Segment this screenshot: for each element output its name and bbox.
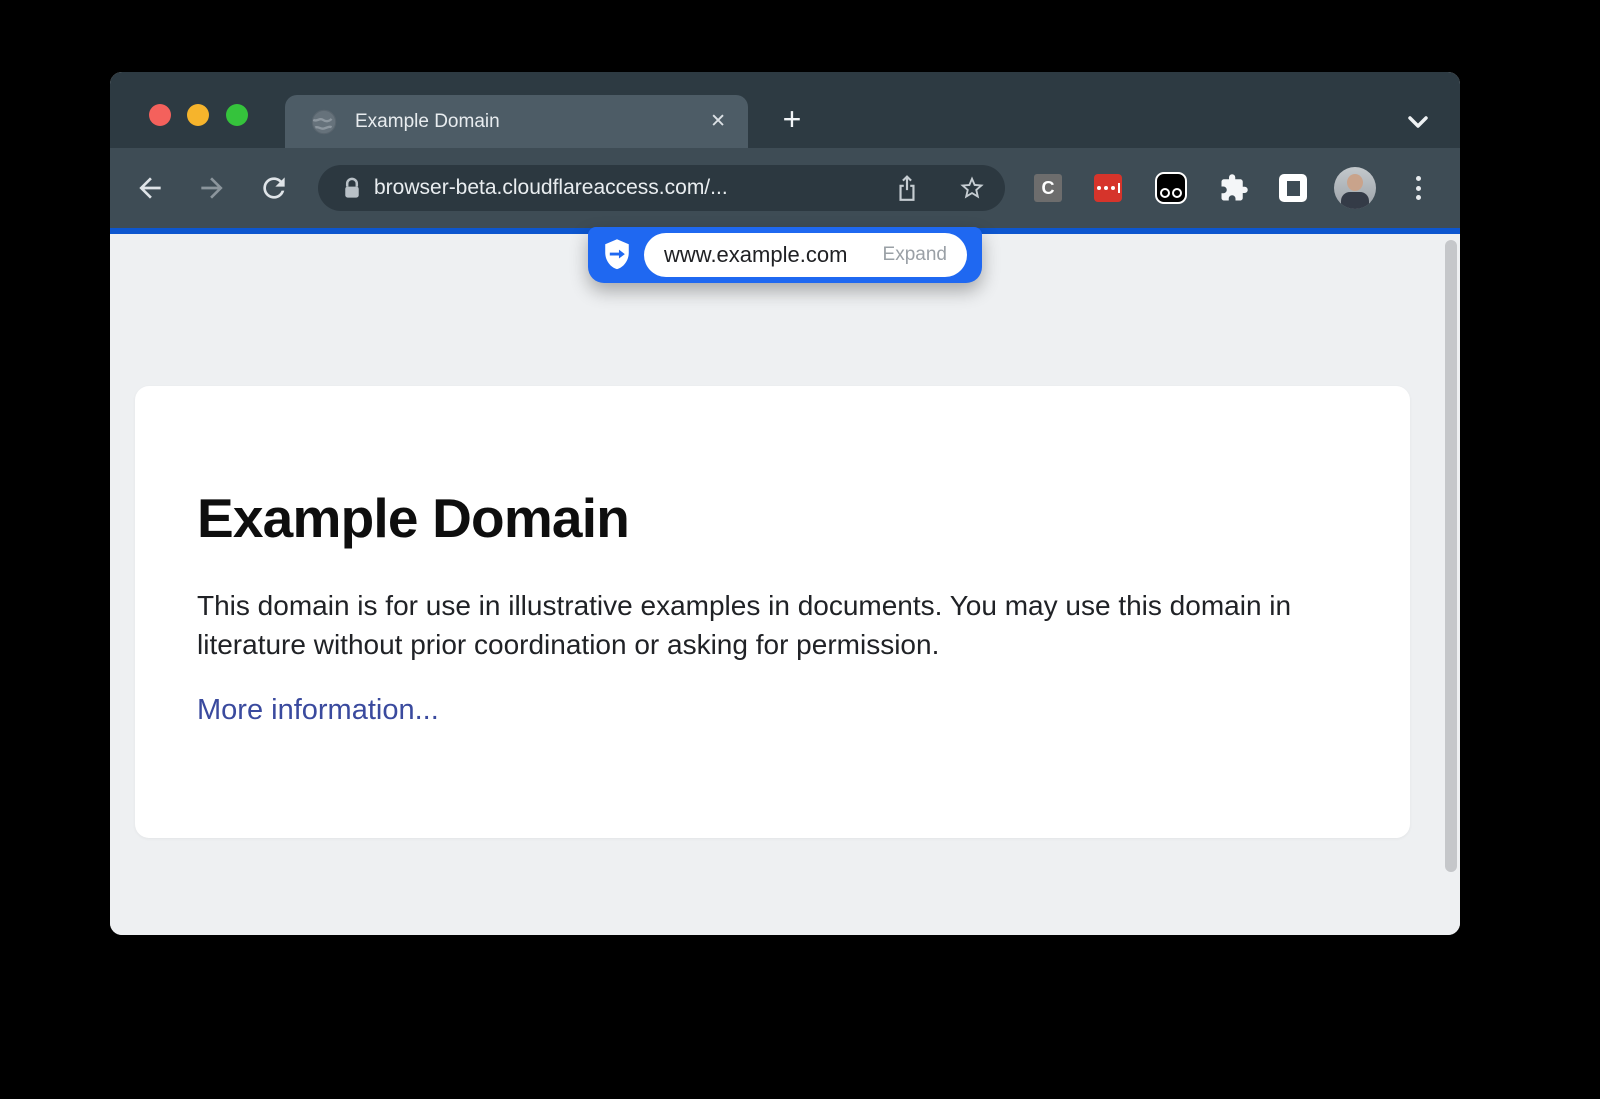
titlebar: Example Domain ✕ + — [110, 72, 1460, 148]
content-card: Example Domain This domain is for use in… — [135, 386, 1410, 838]
minimize-window-button[interactable] — [187, 104, 209, 126]
lastpass-icon[interactable] — [1094, 174, 1122, 202]
two-circles-extension-icon[interactable] — [1155, 172, 1187, 204]
lastpass-bar — [1118, 183, 1120, 193]
close-window-button[interactable] — [149, 104, 171, 126]
profile-avatar[interactable] — [1334, 167, 1376, 209]
tab-title: Example Domain — [355, 111, 500, 133]
page-paragraph: This domain is for use in illustrative e… — [197, 586, 1348, 664]
circle-glyph — [1160, 188, 1170, 198]
lock-icon[interactable] — [342, 176, 362, 201]
puzzle-extensions-icon[interactable] — [1219, 173, 1249, 203]
tab-example-domain[interactable]: Example Domain ✕ — [285, 95, 748, 148]
menu-dot — [1416, 176, 1421, 181]
circle-glyph — [1172, 188, 1182, 198]
domain-text: www.example.com — [664, 242, 847, 268]
avatar-head — [1347, 174, 1363, 191]
back-arrow-icon[interactable] — [134, 172, 166, 204]
menu-dot — [1416, 195, 1421, 200]
globe-icon — [311, 109, 337, 135]
reload-icon[interactable] — [258, 172, 290, 204]
frame-inner-square — [1287, 181, 1300, 196]
url-text[interactable]: browser-beta.cloudflareaccess.com/... — [374, 165, 728, 211]
chevron-down-icon[interactable] — [1402, 106, 1434, 138]
bookmark-star-icon[interactable] — [958, 174, 986, 202]
expand-button[interactable]: Expand — [883, 244, 947, 266]
toolbar: browser-beta.cloudflareaccess.com/... C — [110, 148, 1460, 228]
address-bar[interactable]: browser-beta.cloudflareaccess.com/... — [318, 165, 1005, 211]
three-dot-menu-icon[interactable] — [1411, 173, 1425, 203]
new-tab-button[interactable]: + — [772, 100, 812, 140]
c-extension-icon[interactable]: C — [1034, 174, 1062, 202]
menu-dot — [1416, 186, 1421, 191]
lastpass-dot — [1111, 186, 1115, 190]
vertical-scrollbar[interactable] — [1445, 240, 1457, 872]
lastpass-dot — [1097, 186, 1101, 190]
page-title: Example Domain — [197, 386, 1348, 550]
domain-pill[interactable]: www.example.com Expand — [644, 233, 967, 277]
forward-arrow-icon[interactable] — [196, 172, 228, 204]
avatar-body — [1341, 192, 1369, 209]
zoom-window-button[interactable] — [226, 104, 248, 126]
page-viewport: Example Domain This domain is for use in… — [110, 234, 1460, 935]
browser-window: Example Domain ✕ + browser-beta.cloudfla… — [110, 72, 1460, 935]
lastpass-dot — [1104, 186, 1108, 190]
domain-notification[interactable]: www.example.com Expand — [588, 227, 982, 283]
shield-arrow-icon — [601, 238, 633, 272]
share-icon[interactable] — [894, 174, 920, 202]
more-information-link[interactable]: More information... — [197, 694, 439, 727]
frame-extension-icon[interactable] — [1279, 174, 1307, 202]
tab-close-icon[interactable]: ✕ — [710, 95, 726, 148]
